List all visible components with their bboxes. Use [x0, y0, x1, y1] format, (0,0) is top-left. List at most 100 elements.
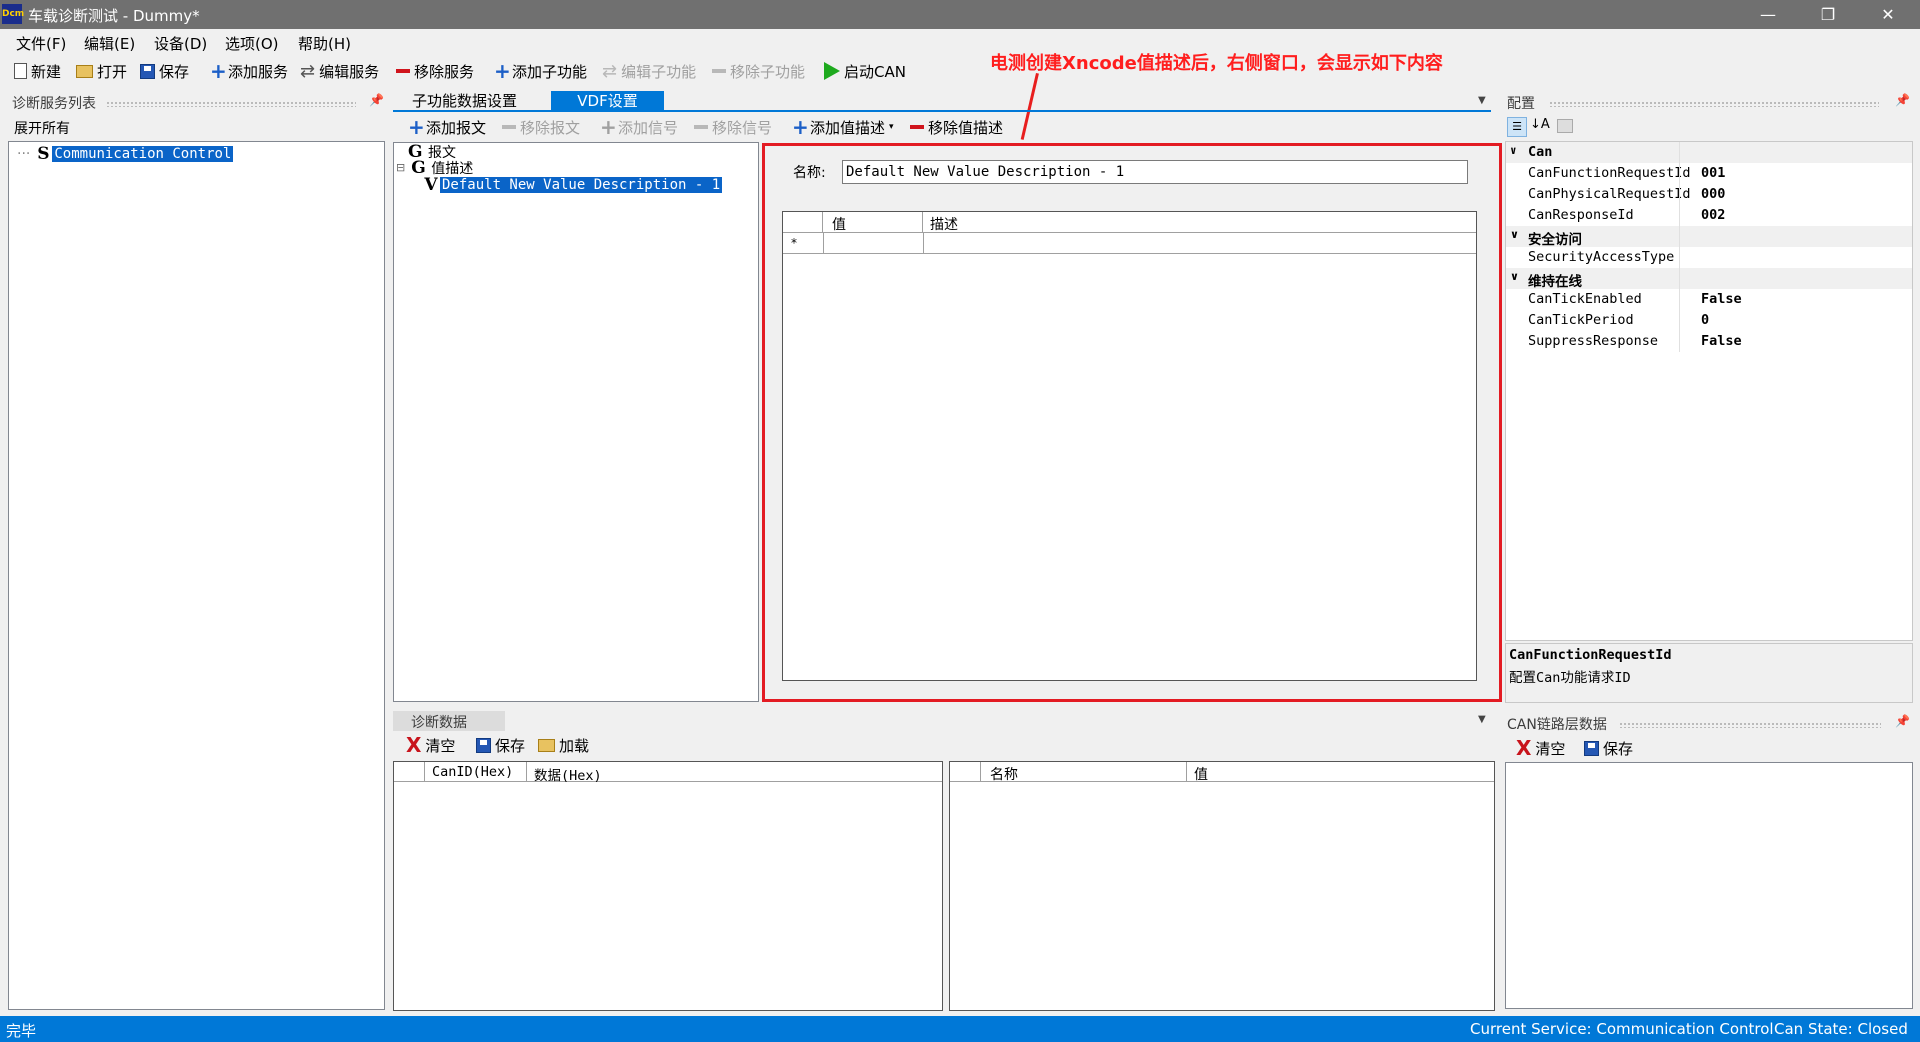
clear-x-icon: X	[1516, 736, 1532, 760]
restore-button[interactable]: ❐	[1800, 0, 1856, 29]
diag-data-header: 诊断数据 ▼	[393, 711, 1497, 731]
save-icon	[1584, 740, 1599, 756]
can-panel-title: CAN链路层数据	[1507, 717, 1607, 733]
can-clear-button[interactable]: X 清空	[1516, 737, 1565, 759]
pin-icon[interactable]: 📌	[1895, 714, 1910, 728]
prop-row[interactable]: CanResponseId 002	[1506, 205, 1912, 226]
expand-all-button[interactable]: 展开所有	[14, 118, 70, 138]
value-desc-grid[interactable]: 值 描述 *	[782, 211, 1477, 681]
save-button[interactable]: 保存	[140, 60, 189, 82]
diag-load-button[interactable]: 加载	[538, 734, 589, 756]
grid-header-name[interactable]: 名称	[990, 764, 1018, 784]
prop-category-security[interactable]: ∨ 安全访问	[1506, 226, 1912, 248]
plus-icon: +	[792, 115, 809, 139]
add-message-button[interactable]: + 添加报文	[408, 116, 486, 138]
prop-category-keepalive[interactable]: ∨ 维持在线	[1506, 268, 1912, 290]
tree-item-default-value-desc[interactable]: V Default New Value Description - 1	[424, 174, 723, 195]
service-s-icon: S	[37, 143, 50, 164]
expand-icon[interactable]: ∨	[1510, 270, 1519, 283]
add-service-button[interactable]: + 添加服务	[210, 60, 288, 82]
config-panel-title: 配置	[1507, 96, 1535, 112]
tab-subfunction-data[interactable]: 子功能数据设置	[398, 91, 531, 111]
edit-service-button[interactable]: ⇄ 编辑服务	[300, 60, 379, 82]
dropdown-arrow-icon: ▾	[889, 122, 894, 132]
remove-value-desc-button[interactable]: 移除值描述	[910, 116, 1003, 138]
menu-device[interactable]: 设备(D)	[154, 33, 207, 54]
plus-icon: +	[494, 59, 511, 83]
diag-clear-button[interactable]: X 清空	[406, 734, 455, 756]
expand-icon[interactable]: ∨	[1510, 228, 1519, 241]
grid-header-data[interactable]: 数据(Hex)	[534, 764, 602, 784]
add-value-desc-button[interactable]: + 添加值描述 ▾	[792, 116, 894, 138]
prop-row[interactable]: CanTickPeriod 0	[1506, 310, 1912, 331]
grid-header-canid[interactable]: CanID(Hex)	[432, 764, 513, 780]
tab-dropdown-icon[interactable]: ▼	[1478, 95, 1486, 106]
menu-options[interactable]: 选项(O)	[225, 33, 279, 54]
edit-subfunction-button[interactable]: ⇄ 编辑子功能	[602, 60, 696, 82]
prop-divider	[1679, 142, 1680, 352]
config-panel-header: 配置 📌	[1507, 93, 1913, 113]
add-signal-button[interactable]: + 添加信号	[600, 116, 678, 138]
minimize-button[interactable]: —	[1740, 0, 1796, 29]
grid-header-val[interactable]: 值	[1194, 764, 1208, 784]
annotation-text: 电测创建Xncode值描述后，右侧窗口，会显示如下内容	[990, 53, 1443, 74]
new-button[interactable]: 新建	[14, 60, 61, 82]
dropdown-arrow-icon[interactable]: ▼	[1478, 714, 1486, 725]
categorized-icon[interactable]: ☰	[1507, 117, 1527, 137]
prop-desc-title: CanFunctionRequestId	[1509, 647, 1672, 663]
menu-edit[interactable]: 编辑(E)	[84, 33, 135, 54]
title-bar: Dcm 车载诊断测试 - Dummy* — ❐ ✕	[0, 0, 1920, 29]
remove-subfunction-button[interactable]: 移除子功能	[712, 60, 805, 82]
decode-grid[interactable]: 名称 值	[949, 761, 1495, 1011]
prop-category-can[interactable]: ∨ Can	[1506, 142, 1912, 163]
edit-swap-icon: ⇄	[602, 60, 618, 82]
remove-message-button[interactable]: 移除报文	[502, 116, 580, 138]
grid-new-row[interactable]: *	[783, 233, 1476, 254]
status-left: 完毕	[6, 1022, 37, 1040]
tab-vdf[interactable]: VDF设置	[551, 91, 664, 111]
collapse-icon[interactable]: ⊟	[396, 161, 405, 174]
vdf-tree: G 报文 ⊟ G 值描述 V Default New Value Descrip…	[393, 142, 759, 702]
prop-row[interactable]: SecurityAccessType	[1506, 247, 1912, 268]
grid-header-value[interactable]: 值	[832, 214, 846, 234]
close-button[interactable]: ✕	[1860, 0, 1916, 29]
pin-icon[interactable]: 📌	[1895, 93, 1910, 107]
diag-save-button[interactable]: 保存	[476, 734, 525, 756]
menu-help[interactable]: 帮助(H)	[298, 33, 351, 54]
sort-alpha-icon[interactable]: ↓A	[1530, 117, 1550, 132]
property-pages-icon[interactable]	[1557, 119, 1573, 133]
menu-file[interactable]: 文件(F)	[16, 33, 66, 54]
panel-grip	[1619, 722, 1881, 728]
property-grid: ∨ Can CanFunctionRequestId 001 CanPhysic…	[1505, 141, 1913, 641]
can-save-button[interactable]: 保存	[1584, 737, 1633, 759]
add-subfunction-button[interactable]: + 添加子功能	[494, 60, 587, 82]
open-button[interactable]: 打开	[76, 60, 127, 82]
save-icon	[140, 63, 155, 79]
can-frames-grid[interactable]: CanID(Hex) 数据(Hex)	[393, 761, 943, 1011]
new-row-marker: *	[791, 236, 797, 250]
minus-icon	[502, 125, 516, 129]
name-input[interactable]	[842, 160, 1468, 184]
minus-icon	[694, 125, 708, 129]
prop-row[interactable]: SuppressResponse False	[1506, 331, 1912, 352]
prop-row[interactable]: CanFunctionRequestId 001	[1506, 163, 1912, 184]
value-v-icon: V	[424, 174, 438, 195]
expand-icon[interactable]: ∨	[1510, 144, 1517, 157]
folder-icon	[76, 64, 93, 78]
grid-header-desc[interactable]: 描述	[930, 214, 958, 234]
minus-icon	[712, 69, 726, 73]
start-can-button[interactable]: 启动CAN	[824, 60, 906, 82]
edit-swap-icon: ⇄	[300, 60, 316, 82]
remove-signal-button[interactable]: 移除信号	[694, 116, 772, 138]
remove-service-button[interactable]: 移除服务	[396, 60, 474, 82]
can-log-area[interactable]	[1505, 762, 1913, 1009]
prop-desc-text: 配置Can功能请求ID	[1509, 670, 1631, 686]
new-file-icon	[14, 63, 27, 79]
app-icon: Dcm	[2, 4, 24, 24]
tree-item-communication-control[interactable]: ··· S Communication Control	[17, 143, 234, 164]
main-toolbar: 新建 打开 保存 + 添加服务 ⇄ 编辑服务 移除服务 + 添加子功能 ⇄ 编辑…	[0, 54, 1920, 87]
prop-row[interactable]: CanPhysicalRequestId 000	[1506, 184, 1912, 205]
tree-item-value-desc[interactable]: ⊟ G 值描述	[396, 158, 473, 178]
prop-row[interactable]: CanTickEnabled False	[1506, 289, 1912, 310]
pin-icon[interactable]: 📌	[369, 93, 384, 107]
